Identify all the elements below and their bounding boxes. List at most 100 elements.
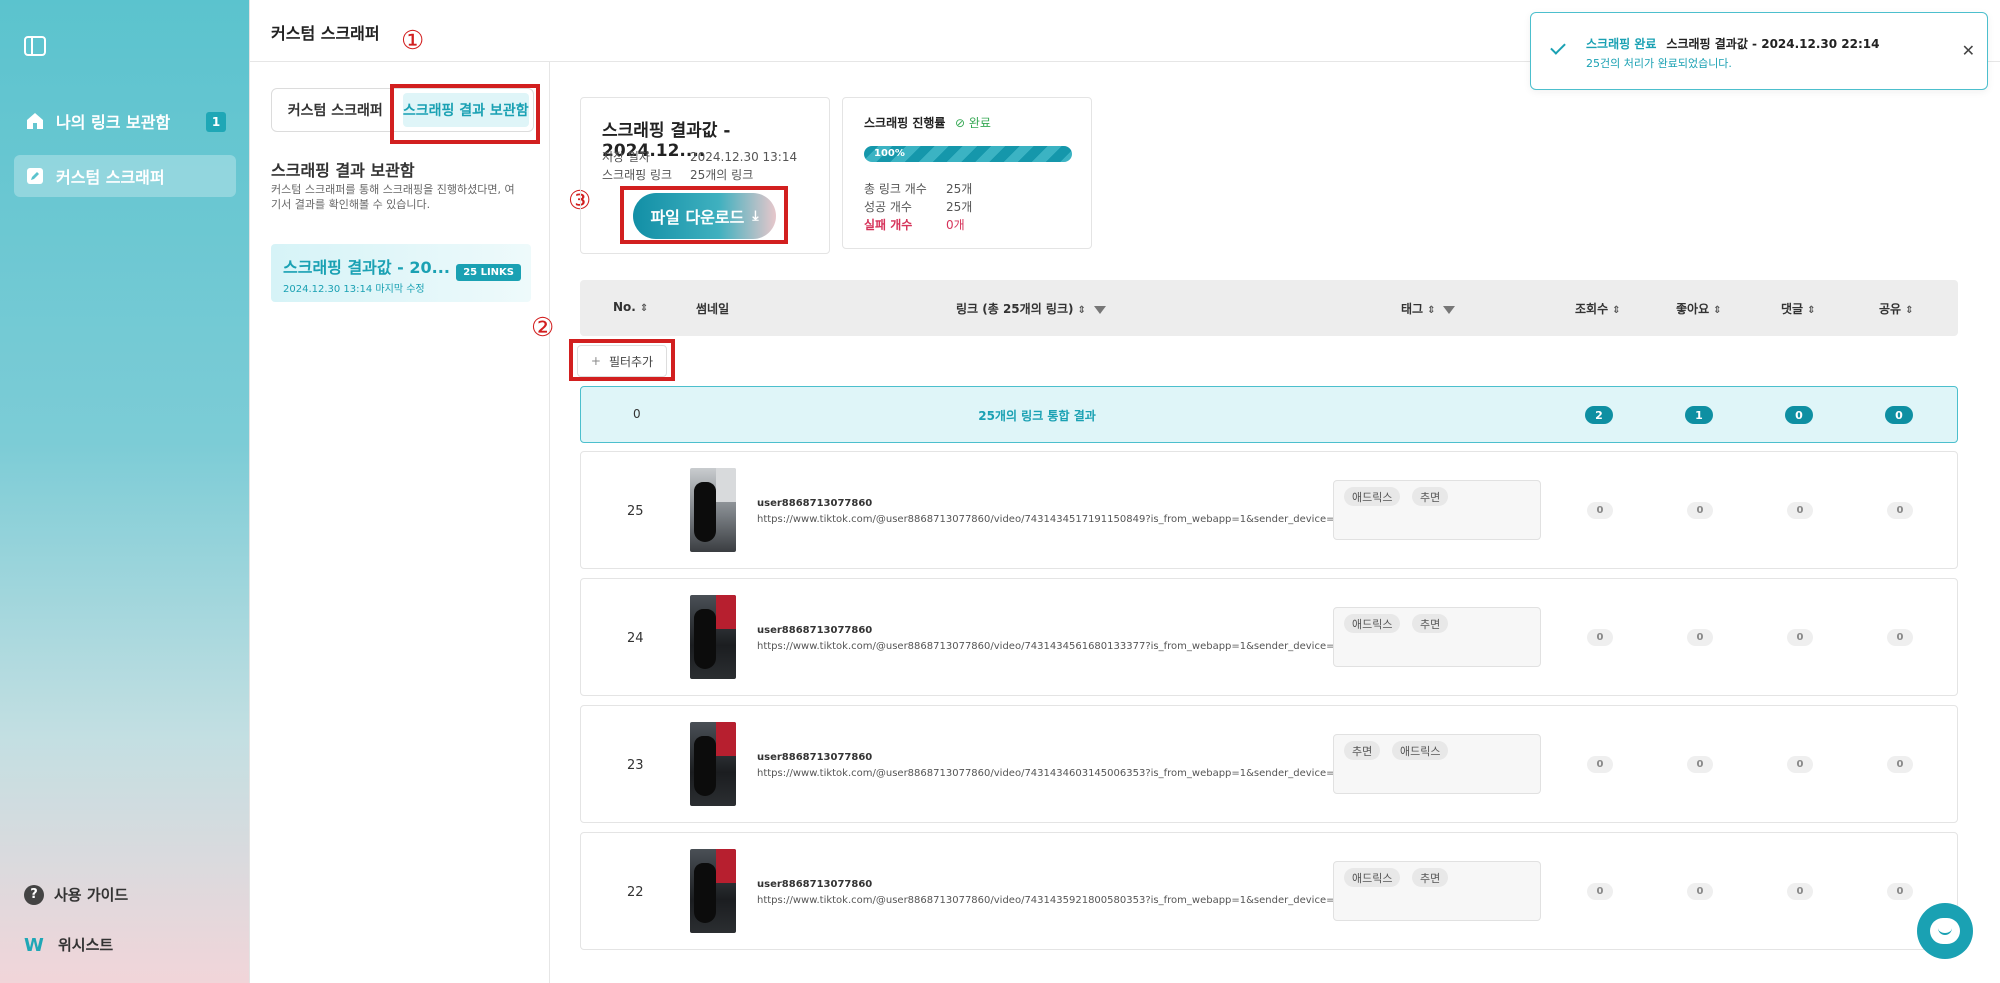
col-comments[interactable]: 댓글 ⇕ xyxy=(1781,300,1815,317)
sidebar-toggle-icon[interactable] xyxy=(24,36,46,56)
sort-icon: ⇕ xyxy=(1807,305,1816,316)
col-views[interactable]: 조회수 ⇕ xyxy=(1575,300,1621,317)
total-links: 총 링크 개수 25개 xyxy=(864,182,973,196)
col-no[interactable]: No. ⇕ xyxy=(613,300,648,314)
row-no: 23 xyxy=(627,758,644,773)
panel-description: 커스텀 스크래퍼를 통해 스크래핑을 진행하셨다면, 여기서 결과를 확인해볼 … xyxy=(271,183,515,211)
success-count: 성공 개수 25개 xyxy=(864,200,973,214)
chat-support-button[interactable] xyxy=(1917,903,1973,959)
filter-icon xyxy=(1443,305,1456,314)
saved-result-item[interactable]: 스크래핑 결과값 - 20... 2024.12.30 13:14 마지막 수정… xyxy=(271,244,531,302)
scraped-links: 스크래핑 링크 25개의 링크 xyxy=(602,168,754,182)
annotation-2: ② xyxy=(531,313,555,343)
row-url[interactable]: https://www.tiktok.com/@user886871307786… xyxy=(757,514,1346,525)
filter-icon xyxy=(1093,305,1106,314)
toast-title: 스크래핑 완료 스크래핑 결과값 - 2024.12.30 22:14 xyxy=(1586,37,1880,51)
tag-chip[interactable]: 추면 xyxy=(1344,741,1381,760)
row-user: user8868713077860 xyxy=(757,625,873,636)
tag-box[interactable]: 애드릭스 추면 xyxy=(1333,861,1541,921)
pencil-icon xyxy=(24,165,46,187)
help-icon: ? xyxy=(24,884,44,905)
row-shares: 0 xyxy=(1887,502,1913,519)
tag-box[interactable]: 애드릭스 추면 xyxy=(1333,480,1541,540)
col-link[interactable]: 링크 (총 25개의 링크) ⇕ xyxy=(956,300,1106,317)
sort-icon: ⇕ xyxy=(1077,305,1086,316)
fail-count: 실패 개수 0개 xyxy=(864,218,965,232)
row-url[interactable]: https://www.tiktok.com/@user886871307786… xyxy=(757,768,1346,779)
row-no: 22 xyxy=(627,885,644,900)
row-url[interactable]: https://www.tiktok.com/@user886871307786… xyxy=(757,641,1346,652)
tag-chip[interactable]: 추면 xyxy=(1412,487,1449,506)
tag-chip[interactable]: 애드릭스 xyxy=(1344,487,1401,506)
table-row[interactable]: 23 user8868713077860 https://www.tiktok.… xyxy=(580,705,1958,823)
saved-result-date: 2024.12.30 13:14 마지막 수정 xyxy=(283,284,425,295)
home-icon xyxy=(24,110,46,132)
annotation-box-1 xyxy=(390,84,540,144)
tag-chip[interactable]: 애드릭스 xyxy=(1344,614,1401,633)
row-likes: 0 xyxy=(1687,629,1713,646)
summary-row: 0 25개의 링크 통합 결과 2 1 0 0 xyxy=(580,386,1958,443)
thumbnail-image[interactable] xyxy=(690,468,736,552)
check-circle-icon: ⊘ xyxy=(955,116,966,130)
status-complete: ⊘ 완료 xyxy=(955,116,991,130)
tag-chip[interactable]: 추면 xyxy=(1412,614,1449,633)
tab-custom-scraper[interactable]: 커스텀 스크래퍼 xyxy=(272,89,399,131)
tag-chip[interactable]: 애드릭스 xyxy=(1344,868,1401,887)
col-likes[interactable]: 좋아요 ⇕ xyxy=(1676,300,1722,317)
thumbnail-image[interactable] xyxy=(690,722,736,806)
row-user: user8868713077860 xyxy=(757,879,873,890)
thumbnail-image[interactable] xyxy=(690,595,736,679)
summary-likes: 1 xyxy=(1685,406,1713,424)
row-url[interactable]: https://www.tiktok.com/@user886871307786… xyxy=(757,895,1346,906)
close-icon[interactable]: ✕ xyxy=(1962,41,1975,60)
links-count-badge: 25 LINKS xyxy=(456,264,521,281)
sidebar-footer-brand[interactable]: W 위시스트 xyxy=(24,934,114,956)
sort-icon: ⇕ xyxy=(1427,305,1436,316)
row-user: user8868713077860 xyxy=(757,752,873,763)
annotation-box-3 xyxy=(620,186,788,244)
table-row[interactable]: 22 user8868713077860 https://www.tiktok.… xyxy=(580,832,1958,950)
guide-label: 사용 가이드 xyxy=(54,886,129,904)
tag-box[interactable]: 추면 애드릭스 xyxy=(1333,734,1541,794)
row-likes: 0 xyxy=(1687,883,1713,900)
tag-chip[interactable]: 추면 xyxy=(1412,868,1449,887)
row-comments: 0 xyxy=(1787,502,1813,519)
scraping-progress-card: 스크래핑 진행률 ⊘ 완료 100% 총 링크 개수 25개 성공 개수 25개 실… xyxy=(842,97,1092,249)
row-comments: 0 xyxy=(1787,883,1813,900)
completion-toast: 스크래핑 완료 스크래핑 결과값 - 2024.12.30 22:14 25건의 … xyxy=(1530,12,1988,90)
sidebar-item-label: 커스텀 스크래퍼 xyxy=(56,168,165,187)
annotation-box-2 xyxy=(569,339,675,381)
row-no: 24 xyxy=(627,631,644,646)
table-row[interactable]: 25 user8868713077860 https://www.tiktok.… xyxy=(580,451,1958,569)
row-likes: 0 xyxy=(1687,502,1713,519)
progress-bar-fill: 100% xyxy=(864,146,1072,162)
sort-icon: ⇕ xyxy=(1713,305,1722,316)
results-storage-panel: 커스텀 스크래퍼 스크래핑 결과 보관함 스크래핑 결과 보관함 커스텀 스크래… xyxy=(250,62,550,983)
annotation-1: ① xyxy=(401,26,425,56)
count-badge: 1 xyxy=(206,112,226,132)
sidebar-footer-guide[interactable]: ? 사용 가이드 xyxy=(24,884,128,905)
summary-comments: 0 xyxy=(1785,406,1813,424)
brand-label: 위시스트 xyxy=(58,936,114,954)
summary-shares: 0 xyxy=(1885,406,1913,424)
col-tag[interactable]: 태그 ⇕ xyxy=(1401,300,1456,317)
row-views: 0 xyxy=(1587,756,1613,773)
progress-bar: 100% xyxy=(864,146,1072,162)
sidebar: 나의 링크 보관함 1 커스텀 스크래퍼 ? 사용 가이드 W 위시스트 xyxy=(0,0,250,983)
thumbnail-image[interactable] xyxy=(690,849,736,933)
table-row[interactable]: 24 user8868713077860 https://www.tiktok.… xyxy=(580,578,1958,696)
sidebar-item-custom-scraper[interactable]: 커스텀 스크래퍼 xyxy=(14,155,236,197)
sort-icon: ⇕ xyxy=(1905,305,1914,316)
row-shares: 0 xyxy=(1887,883,1913,900)
toast-message: 25건의 처리가 완료되었습니다. xyxy=(1586,57,1732,70)
row-user: user8868713077860 xyxy=(757,498,873,509)
sidebar-item-link-storage[interactable]: 나의 링크 보관함 1 xyxy=(14,100,236,142)
tag-box[interactable]: 애드릭스 추면 xyxy=(1333,607,1541,667)
col-shares[interactable]: 공유 ⇕ xyxy=(1879,300,1913,317)
page-title: 커스텀 스크래퍼 xyxy=(271,24,380,43)
sort-icon: ⇕ xyxy=(1612,305,1621,316)
summary-views: 2 xyxy=(1585,406,1613,424)
progress-title: 스크래핑 진행률 xyxy=(864,116,946,130)
tag-chip[interactable]: 애드릭스 xyxy=(1392,741,1449,760)
chat-bubble-icon xyxy=(1930,918,1960,944)
